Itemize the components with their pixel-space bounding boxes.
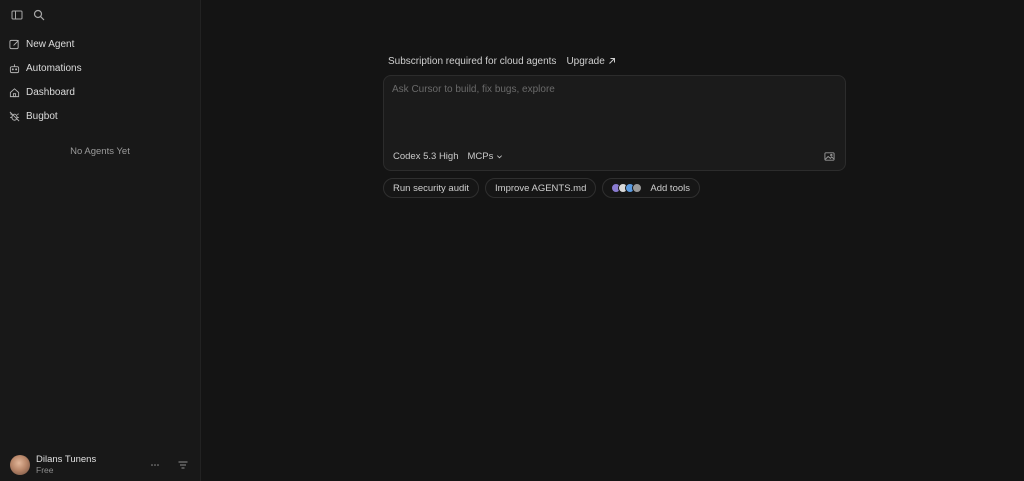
image-icon bbox=[824, 152, 835, 161]
mcp-selector[interactable]: MCPs bbox=[467, 151, 503, 162]
prompt-input[interactable] bbox=[392, 84, 835, 95]
attach-image-button[interactable] bbox=[824, 151, 835, 162]
sidebar: New Agent Automations Dashboard Bugbot N… bbox=[0, 0, 201, 481]
sidebar-item-bugbot[interactable]: Bugbot bbox=[0, 104, 200, 128]
sidebar-item-label: New Agent bbox=[26, 38, 75, 50]
more-options-icon[interactable] bbox=[148, 458, 162, 472]
sidebar-item-label: Dashboard bbox=[26, 86, 75, 98]
suggestion-chips: Run security audit Improve AGENTS.md Add… bbox=[383, 178, 846, 198]
sidebar-toolbar bbox=[0, 0, 200, 30]
upgrade-label: Upgrade bbox=[566, 55, 605, 67]
search-icon[interactable] bbox=[32, 8, 46, 22]
chip-improve-agents-md[interactable]: Improve AGENTS.md bbox=[485, 178, 597, 198]
chip-label: Add tools bbox=[650, 182, 691, 194]
user-name: Dilans Tunens bbox=[36, 453, 97, 465]
sidebar-nav: New Agent Automations Dashboard Bugbot bbox=[0, 32, 200, 128]
sidebar-item-dashboard[interactable]: Dashboard bbox=[0, 80, 200, 104]
main-area: Subscription required for cloud agents U… bbox=[201, 0, 1024, 481]
composer-toolbar: Codex 5.3 High MCPs bbox=[393, 151, 835, 162]
chip-add-tools[interactable]: Add tools bbox=[602, 178, 701, 198]
footer-actions bbox=[148, 458, 190, 472]
bug-off-icon bbox=[9, 111, 20, 121]
composer-section: Subscription required for cloud agents U… bbox=[383, 53, 846, 198]
model-label: Codex 5.3 High bbox=[393, 151, 459, 162]
sidebar-item-label: Bugbot bbox=[26, 110, 58, 122]
sidebar-item-new-agent[interactable]: New Agent bbox=[0, 32, 200, 56]
home-icon bbox=[9, 87, 20, 97]
chevron-down-icon bbox=[497, 155, 503, 159]
sidebar-item-label: Automations bbox=[26, 62, 82, 74]
robot-icon bbox=[9, 63, 20, 73]
empty-agents-text: No Agents Yet bbox=[70, 146, 130, 157]
tool-avatars bbox=[611, 183, 643, 193]
sidebar-toggle-icon[interactable] bbox=[10, 8, 24, 22]
subscription-text: Subscription required for cloud agents bbox=[388, 55, 557, 67]
subscription-banner: Subscription required for cloud agents U… bbox=[383, 53, 846, 69]
prompt-composer: Codex 5.3 High MCPs bbox=[383, 75, 846, 171]
model-selector[interactable]: Codex 5.3 High bbox=[393, 151, 458, 162]
arrow-up-right-icon bbox=[608, 58, 615, 64]
tool-logo-icon bbox=[632, 183, 643, 193]
user-info: Dilans Tunens Free bbox=[36, 453, 97, 476]
edit-icon bbox=[9, 39, 19, 49]
chip-run-security-audit[interactable]: Run security audit bbox=[383, 178, 480, 198]
user-plan: Free bbox=[36, 464, 54, 475]
user-footer: Dilans Tunens Free bbox=[0, 449, 200, 481]
chip-label: Run security audit bbox=[393, 182, 470, 194]
upgrade-link[interactable]: Upgrade bbox=[566, 56, 615, 67]
chip-label: Improve AGENTS.md bbox=[495, 182, 587, 194]
filter-icon[interactable] bbox=[176, 458, 190, 472]
mcp-label: MCPs bbox=[467, 151, 494, 162]
app-window: New Agent Automations Dashboard Bugbot N… bbox=[0, 0, 1024, 481]
sidebar-item-automations[interactable]: Automations bbox=[0, 56, 200, 80]
avatar[interactable] bbox=[10, 455, 30, 475]
